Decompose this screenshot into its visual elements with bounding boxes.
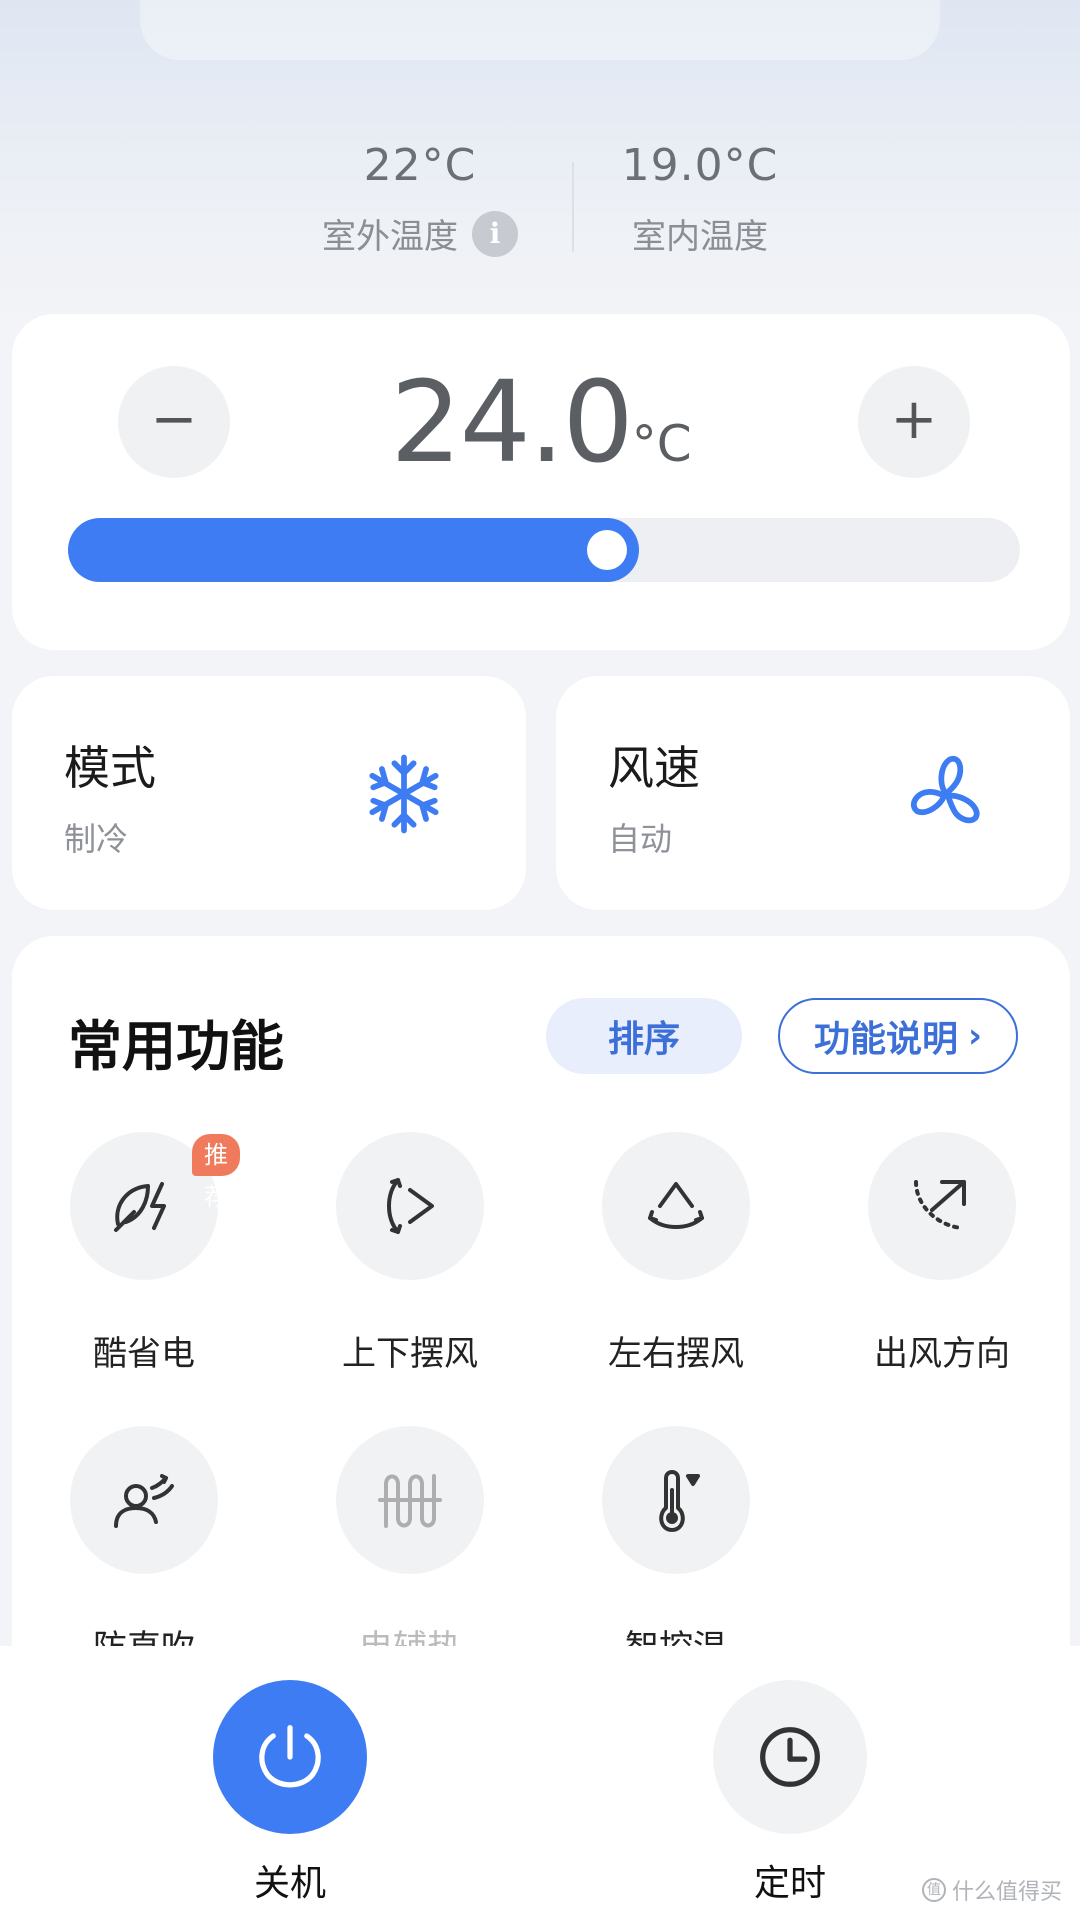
common-functions-title: 常用功能 — [68, 1015, 284, 1078]
function-label: 左右摆风 — [608, 1334, 744, 1374]
temperature-slider-fill — [68, 518, 639, 582]
function-item-cool-save[interactable]: 推荐 酷省电 — [24, 1132, 264, 1375]
thermometer-icon — [659, 1470, 700, 1532]
function-item-smart-temp[interactable]: 智控温 — [556, 1426, 796, 1669]
outdoor-temp-value: 22°C — [363, 140, 477, 191]
common-functions-panel: 常用功能 排序 功能说明 › 推荐 酷省电 上下摆风 左右摆风 出风方向 — [12, 936, 1070, 1696]
watermark-text: 什么值得买 — [951, 1880, 1062, 1905]
set-temperature-card: − 24.0°C + — [12, 314, 1070, 650]
mode-title: 模式 — [64, 741, 156, 795]
anti-direct-blow-icon — [114, 1474, 174, 1528]
outdoor-temperature: 22°C 室外温度 i — [300, 140, 540, 258]
clock-icon — [760, 1727, 820, 1787]
temperature-slider-thumb[interactable] — [587, 530, 627, 570]
indoor-temp-value: 19.0°C — [621, 140, 779, 191]
function-item-electric-heat[interactable]: 电辅热 — [290, 1426, 530, 1669]
indoor-temperature: 19.0°C 室内温度 — [610, 140, 790, 258]
indoor-temp-label: 室内温度 — [632, 217, 768, 257]
timer-label: 定时 — [753, 1863, 826, 1904]
recommend-badge: 推荐 — [192, 1134, 240, 1211]
increase-temp-button[interactable]: + — [858, 366, 970, 478]
function-label: 酷省电 — [93, 1334, 195, 1374]
fan-speed-card[interactable]: 风速 自动 — [556, 676, 1070, 910]
watermark-logo-icon: 值 — [921, 1878, 946, 1902]
function-explanation-button[interactable]: 功能说明 › — [778, 998, 1018, 1074]
function-explanation-label: 功能说明 — [813, 1019, 958, 1060]
bottom-action-bar: 关机 定时 值 什么值得买 — [0, 1646, 1080, 1920]
temperature-header: 22°C 室外温度 i 19.0°C 室内温度 — [0, 140, 1080, 280]
leaf-bolt-icon — [114, 1182, 166, 1232]
function-label: 上下摆风 — [342, 1334, 478, 1374]
temp-divider — [572, 162, 574, 252]
power-off-button[interactable]: 关机 — [190, 1680, 390, 1906]
temperature-slider[interactable] — [68, 518, 1020, 582]
sort-button[interactable]: 排序 — [546, 998, 742, 1074]
chevron-right-icon: › — [968, 1016, 983, 1056]
fan-icon — [911, 755, 980, 824]
function-label: 出风方向 — [874, 1334, 1010, 1374]
function-item-vertical-swing[interactable]: 上下摆风 — [290, 1132, 530, 1375]
electric-heat-icon — [378, 1474, 442, 1528]
vertical-swing-icon — [387, 1178, 434, 1234]
mode-value: 制冷 — [64, 820, 129, 858]
fan-speed-value: 自动 — [608, 820, 673, 858]
top-header-glow — [140, 0, 940, 60]
timer-button[interactable]: 定时 — [690, 1680, 890, 1906]
set-temperature-value: 24.0 — [390, 358, 633, 488]
set-temperature-unit: °C — [631, 415, 692, 473]
function-item-horizontal-swing[interactable]: 左右摆风 — [556, 1132, 796, 1375]
power-icon — [259, 1724, 321, 1788]
watermark: 值 什么值得买 — [921, 1874, 1062, 1906]
info-icon[interactable]: i — [472, 210, 518, 257]
power-off-label: 关机 — [253, 1863, 326, 1904]
sort-button-label: 排序 — [607, 1019, 680, 1060]
horizontal-swing-icon — [648, 1182, 704, 1229]
function-item-wind-direction[interactable]: 出风方向 — [822, 1132, 1062, 1375]
wind-direction-icon — [914, 1180, 966, 1230]
function-item-anti-direct-blow[interactable]: 防直吹 — [24, 1426, 264, 1669]
snowflake-icon — [369, 754, 439, 834]
mode-card[interactable]: 模式 制冷 — [12, 676, 526, 910]
outdoor-temp-label: 室外温度 — [322, 217, 458, 257]
fan-speed-title: 风速 — [608, 741, 700, 795]
